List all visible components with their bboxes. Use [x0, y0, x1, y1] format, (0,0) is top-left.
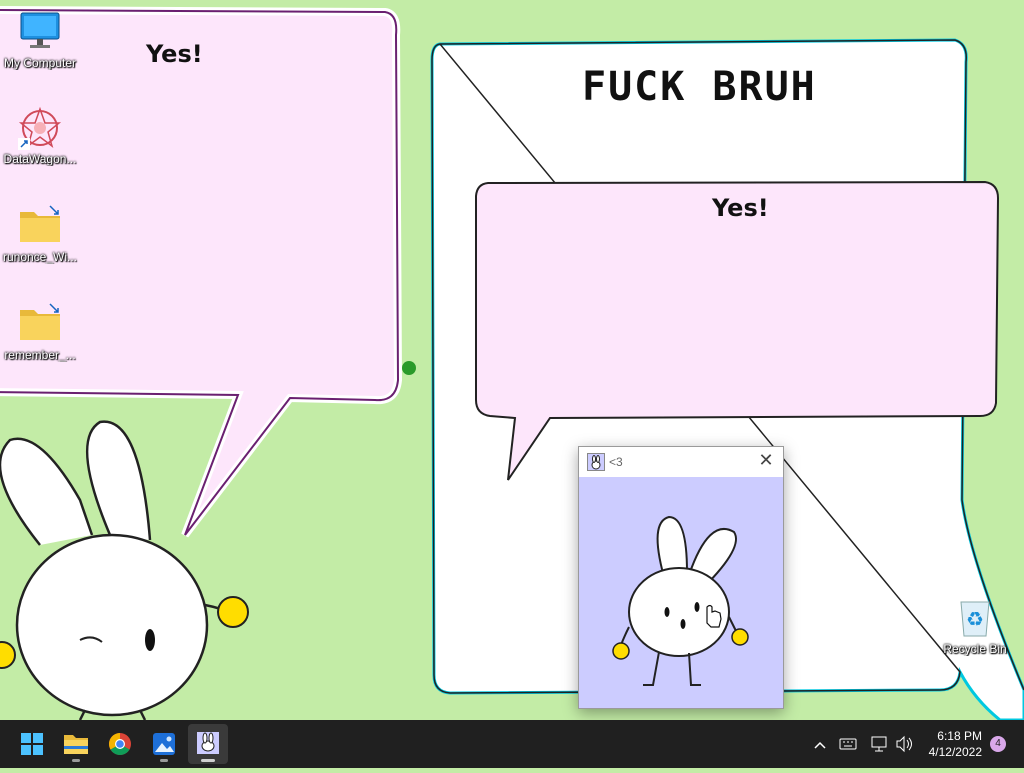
taskbar-clock[interactable]: 6:18 PM 4/12/2022 — [929, 728, 982, 760]
taskbar-file-explorer[interactable] — [56, 724, 96, 764]
desktop-icon-label: runonce_Wi... — [2, 250, 78, 264]
svg-text:♻: ♻ — [966, 607, 984, 631]
clock-date: 4/12/2022 — [928, 745, 982, 759]
desktop-icon-datawagon[interactable]: DataWagon... — [1, 106, 79, 166]
volume-icon[interactable] — [894, 720, 914, 768]
bunny-app-icon — [197, 732, 219, 754]
folder-shortcut-icon — [18, 204, 62, 248]
desktop-icon-label: Recycle Bin — [943, 642, 1007, 656]
folder-icon — [64, 735, 88, 754]
windows-logo-icon — [21, 733, 43, 755]
bunny-canvas — [579, 477, 783, 708]
taskbar-bunny-app[interactable] — [188, 724, 228, 764]
running-indicator — [72, 759, 80, 762]
datawagon-app-icon — [18, 106, 62, 150]
monitor-icon — [18, 10, 62, 54]
bunny-app-icon — [587, 453, 605, 471]
taskbar: 6:18 PM 4/12/2022 4 — [0, 720, 1024, 768]
network-icon[interactable] — [870, 720, 890, 768]
start-button[interactable] — [12, 724, 52, 764]
desktop-icon-runonce[interactable]: runonce_Wi... — [1, 204, 79, 264]
chrome-icon — [109, 733, 131, 755]
clock-time: 6:18 PM — [937, 729, 982, 743]
left-bubble-text: Yes! — [146, 40, 203, 68]
desktop-icon-recycle-bin[interactable]: ♻ Recycle Bin — [936, 596, 1014, 656]
close-button[interactable]: ✕ — [749, 447, 783, 477]
desktop-icon-label: DataWagon... — [3, 152, 77, 166]
window-title: <3 — [609, 455, 623, 469]
folder-shortcut-icon — [18, 302, 62, 346]
tray-chevron-icon[interactable] — [812, 720, 828, 768]
keyboard-icon[interactable] — [838, 720, 858, 768]
window-titlebar[interactable]: <3 ✕ — [579, 447, 783, 477]
photos-icon — [153, 733, 175, 755]
desktop-wallpaper — [0, 0, 1024, 720]
desktop-icon-label: My Computer — [3, 56, 77, 70]
bunny-sprite — [612, 515, 749, 686]
bunny-app-window[interactable]: <3 ✕ — [578, 446, 784, 709]
poster-title: FUCK BRUH — [582, 64, 817, 110]
running-indicator — [201, 759, 215, 762]
taskbar-chrome[interactable] — [100, 724, 140, 764]
poster-bubble-text: Yes! — [712, 194, 769, 222]
running-indicator — [160, 759, 168, 762]
notification-badge[interactable]: 4 — [990, 736, 1006, 752]
desktop-icon-my-computer[interactable]: My Computer — [1, 10, 79, 70]
desktop-icon-remember[interactable]: remember_... — [1, 302, 79, 362]
recycle-bin-icon: ♻ — [953, 596, 997, 640]
desktop-icon-label: remember_... — [4, 348, 76, 362]
taskbar-photos[interactable] — [144, 724, 184, 764]
